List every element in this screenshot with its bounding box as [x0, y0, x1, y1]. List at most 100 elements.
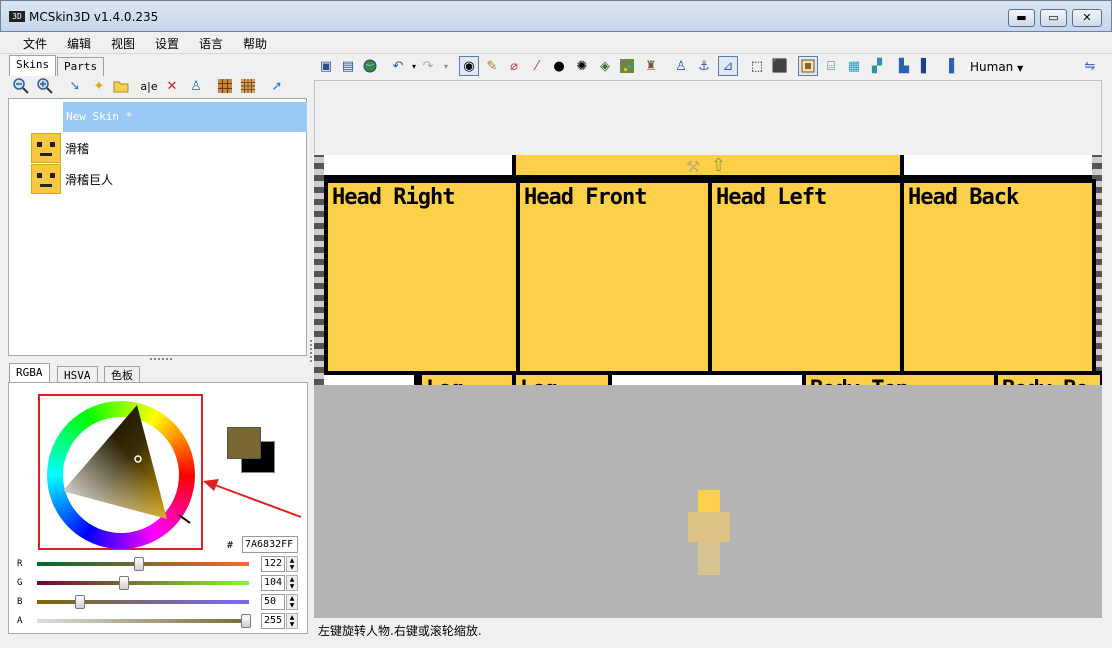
fill-bucket-icon[interactable]: ◈	[595, 56, 615, 76]
menu-help[interactable]: 帮助	[243, 35, 267, 52]
zoom-out-icon[interactable]	[11, 76, 31, 96]
stamp-icon[interactable]: ♜	[641, 56, 661, 76]
r-spinner[interactable]: ▲ ▼	[286, 556, 298, 572]
eraser-icon[interactable]: ⌀	[504, 56, 524, 76]
r-slider-thumb[interactable]	[134, 557, 144, 571]
person-icon[interactable]: ♙	[671, 56, 691, 76]
grid-icon[interactable]	[215, 76, 235, 96]
r-label: R	[17, 559, 23, 569]
model-selector[interactable]: Human ▼	[970, 60, 1023, 74]
tab-skins[interactable]: Skins	[9, 55, 57, 76]
new-skin-icon[interactable]: ✦	[89, 76, 109, 96]
a-slider-thumb[interactable]	[241, 614, 251, 628]
model-icon[interactable]: ▐	[939, 56, 959, 76]
cube-icon[interactable]: ⬛	[770, 56, 790, 76]
list-item[interactable]: 滑稽	[31, 133, 231, 163]
r-slider[interactable]	[37, 557, 249, 571]
list-item[interactable]: 滑稽巨人	[31, 164, 231, 194]
up-arrow-icon[interactable]: ⇧	[711, 155, 726, 176]
uv-head-top	[516, 155, 904, 179]
save-icon[interactable]: ▣	[316, 56, 336, 76]
b-slider[interactable]	[37, 595, 249, 609]
uv-face-label: Leg	[426, 377, 464, 385]
view-2d-icon[interactable]	[798, 56, 818, 76]
uv-head-left: Head Left	[708, 179, 904, 375]
noise-icon[interactable]	[617, 56, 637, 76]
splitter-grip[interactable]	[150, 358, 172, 361]
import-arrow-icon[interactable]: ➘	[65, 76, 85, 96]
canvas-border-left	[314, 155, 324, 385]
tab-parts[interactable]: Parts	[57, 57, 105, 77]
g-spinner[interactable]: ▲ ▼	[286, 575, 298, 591]
a-slider[interactable]	[37, 614, 251, 628]
g-value-input[interactable]: 104	[261, 575, 285, 591]
menu-language[interactable]: 语言	[199, 35, 223, 52]
uv-body-bottom: Body Bo	[994, 371, 1102, 385]
g-slider-thumb[interactable]	[119, 576, 129, 590]
chevron-down-icon: ▼	[1017, 64, 1024, 73]
menu-settings[interactable]: 设置	[155, 35, 179, 52]
a-value-input[interactable]: 255	[261, 613, 285, 629]
uv-empty-row2b	[612, 375, 802, 385]
overlay-icon[interactable]: ▞	[867, 56, 887, 76]
grid-toggle-icon[interactable]: ▦	[844, 56, 864, 76]
uv-body-top: Body Top	[802, 371, 998, 385]
model-body	[688, 512, 730, 542]
uv-leg-bottom: Leg	[512, 371, 612, 385]
menu-view[interactable]: 视图	[111, 35, 135, 52]
g-slider[interactable]	[37, 576, 249, 590]
tab-rgba[interactable]: RGBA	[9, 363, 50, 384]
hex-input[interactable]: 7A6832FF	[242, 536, 298, 553]
uv-face-label: Head Left	[716, 185, 827, 210]
wrench-icon[interactable]: ⚒	[686, 157, 700, 176]
new-folder-icon[interactable]	[111, 76, 131, 96]
b-value-input[interactable]: 50	[261, 594, 285, 610]
delete-icon[interactable]: ✕	[162, 76, 182, 96]
lying-person-icon[interactable]: ⚓	[694, 56, 714, 76]
view-both-icon[interactable]: ⌸	[821, 56, 841, 76]
burn-icon[interactable]: ✺	[572, 56, 592, 76]
dropper-icon[interactable]: ⁄	[527, 56, 547, 76]
menu-edit[interactable]: 编辑	[67, 35, 91, 52]
globe-icon[interactable]	[360, 56, 380, 76]
upload-icon[interactable]: ➚	[267, 76, 287, 96]
rename-icon[interactable]: a|e	[139, 76, 159, 96]
uv-empty-top-right	[904, 155, 1092, 179]
app-icon: 3D	[9, 11, 25, 22]
skins-toolbar: ➘ ✦ a|e ✕ ♙ ➚	[8, 76, 308, 98]
maximize-button[interactable]: ▭	[1040, 9, 1067, 27]
layout-toggle-icon[interactable]: ⇋	[1080, 56, 1100, 76]
primary-color-swatch[interactable]	[227, 427, 261, 459]
zoom-in-icon[interactable]	[35, 76, 55, 96]
save-all-icon[interactable]: ▤	[338, 56, 358, 76]
list-item-label: 滑稽	[65, 142, 90, 156]
uv-face-label: Head Back	[908, 185, 1019, 210]
background-icon[interactable]: ▌	[916, 56, 936, 76]
list-item-selected[interactable]: New Skin *	[63, 102, 307, 132]
b-slider-thumb[interactable]	[75, 595, 85, 609]
uv-empty-row2	[324, 375, 418, 385]
vertical-splitter[interactable]	[310, 340, 313, 362]
uv-head-right: Head Right	[324, 179, 520, 375]
camera-eye-icon[interactable]: ◉	[459, 56, 479, 76]
texture-canvas[interactable]: ⚒ ⇧ Head Right Head Front Head Left Head…	[314, 155, 1102, 385]
menu-file[interactable]: 文件	[23, 35, 47, 52]
r-value-input[interactable]: 122	[261, 556, 285, 572]
clone-skin-icon[interactable]: ♙	[186, 76, 206, 96]
pencil-icon[interactable]: ✎	[482, 56, 502, 76]
sv-triangle[interactable]	[47, 401, 195, 549]
3d-viewport[interactable]	[314, 385, 1102, 618]
select-frame-icon[interactable]: ⬚	[747, 56, 767, 76]
dodge-icon[interactable]: ●	[549, 56, 569, 76]
uv-face-label: Head Front	[524, 185, 647, 210]
toolbar-options-panel	[314, 80, 1102, 154]
minimize-button[interactable]: ▬	[1008, 9, 1035, 27]
redo-icon[interactable]: ↷	[418, 56, 438, 76]
perspective-view-icon[interactable]: ⊿	[718, 56, 738, 76]
texture-grid-icon[interactable]	[238, 76, 258, 96]
a-spinner[interactable]: ▲ ▼	[286, 613, 298, 629]
redo-dropdown-icon[interactable]: ▾	[436, 56, 456, 76]
close-button[interactable]: ✕	[1072, 9, 1102, 27]
b-spinner[interactable]: ▲ ▼	[286, 594, 298, 610]
alpha-icon[interactable]: ▙	[894, 56, 914, 76]
